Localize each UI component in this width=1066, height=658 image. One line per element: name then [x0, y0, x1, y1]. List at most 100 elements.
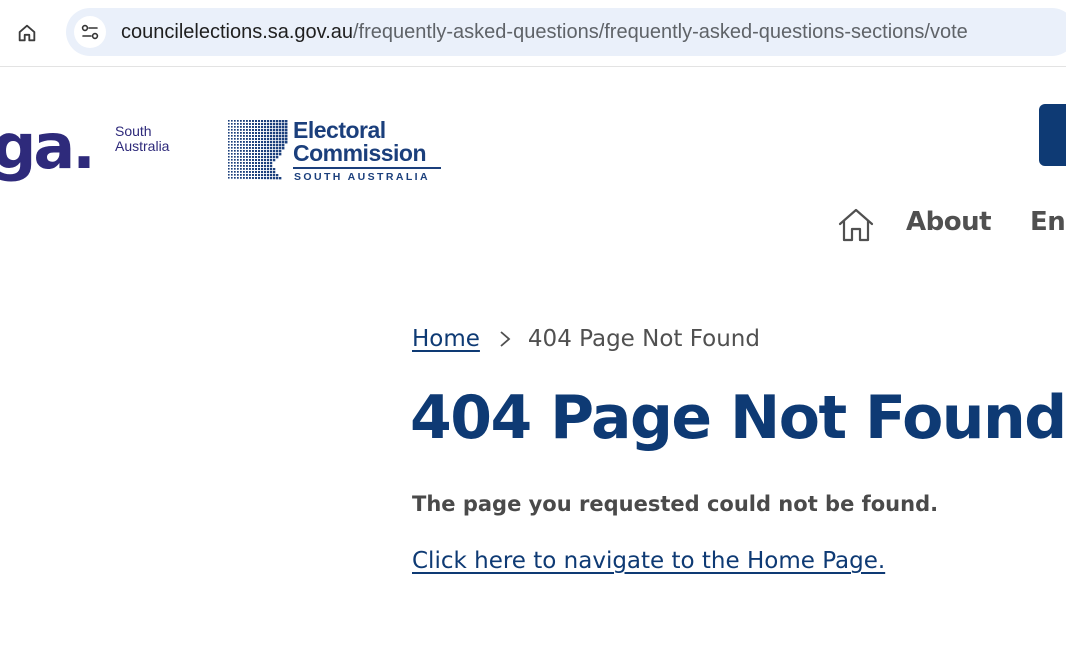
map-dot: [252, 177, 254, 179]
map-dot: [261, 126, 264, 129]
map-dot: [252, 159, 254, 161]
map-dot: [267, 174, 270, 177]
map-dot: [267, 135, 270, 138]
map-dot: [267, 120, 270, 123]
map-dot: [285, 138, 288, 141]
map-dot: [267, 171, 270, 174]
map-dot: [258, 126, 261, 129]
map-dot: [270, 168, 273, 171]
map-dot: [255, 135, 258, 138]
map-dot: [270, 144, 273, 147]
map-dot: [261, 165, 264, 168]
nav-item-about[interactable]: About: [906, 207, 992, 237]
map-dot: [270, 177, 273, 180]
map-dot: [282, 147, 285, 150]
map-dot: [276, 144, 279, 147]
map-dot: [261, 141, 264, 144]
map-dot: [243, 177, 245, 179]
site-info-button[interactable]: [74, 16, 106, 48]
map-dot: [267, 159, 270, 162]
browser-home-button[interactable]: [12, 18, 42, 48]
browser-toolbar: councilelections.sa.gov.au/frequently-as…: [0, 0, 1066, 67]
map-dot: [231, 141, 233, 143]
map-dot: [234, 159, 236, 161]
url-domain: councilelections.sa.gov.au: [121, 21, 353, 43]
header-action-button[interactable]: [1039, 104, 1066, 166]
map-dot: [264, 168, 267, 171]
map-dot: [276, 132, 279, 135]
map-dot: [267, 126, 270, 129]
map-dot: [252, 144, 254, 146]
map-dot: [249, 153, 251, 155]
map-dot: [249, 141, 251, 143]
map-dot: [228, 171, 230, 173]
map-dot: [267, 150, 270, 153]
map-dot: [252, 156, 254, 158]
map-dot: [267, 138, 270, 141]
map-dot: [234, 144, 236, 146]
map-dot: [273, 174, 276, 177]
map-dot: [261, 174, 264, 177]
map-dot: [270, 120, 273, 123]
map-dot: [261, 123, 264, 126]
map-dot: [264, 123, 267, 126]
map-dot: [276, 174, 279, 177]
map-dot: [261, 156, 264, 159]
map-dot: [240, 156, 242, 158]
map-dot: [234, 174, 236, 176]
breadcrumb-home-link[interactable]: Home: [412, 326, 480, 352]
map-dot: [234, 123, 236, 125]
map-dot: [231, 165, 233, 167]
map-dot: [243, 126, 245, 128]
map-dot: [231, 126, 233, 128]
map-dot: [255, 141, 258, 144]
address-bar[interactable]: councilelections.sa.gov.au/frequently-as…: [66, 8, 1066, 56]
map-dot: [273, 150, 276, 153]
map-dot: [246, 162, 248, 164]
map-dot: [255, 171, 258, 174]
map-dot: [264, 150, 267, 153]
map-dot: [243, 156, 245, 158]
map-dot: [231, 138, 233, 140]
map-dot: [249, 144, 251, 146]
map-dot: [228, 174, 230, 176]
map-dot: [267, 129, 270, 132]
map-dot: [252, 132, 254, 134]
map-dot: [258, 135, 261, 138]
map-dot: [264, 153, 267, 156]
map-dot: [237, 174, 239, 176]
map-dot: [282, 132, 285, 135]
map-dot: [258, 144, 261, 147]
map-dot: [264, 165, 267, 168]
map-dot: [264, 147, 267, 150]
map-dot: [240, 153, 242, 155]
map-dot: [237, 123, 239, 125]
lga-logo-region-line1: South: [115, 123, 152, 139]
url-text[interactable]: councilelections.sa.gov.au/frequently-as…: [121, 21, 968, 44]
map-dot: [264, 144, 267, 147]
map-dot: [231, 120, 233, 122]
electoral-commission-logo[interactable]: Electoral Commission SOUTH AUSTRALIA: [228, 118, 448, 188]
map-dot: [273, 141, 276, 144]
map-dot: [252, 138, 254, 140]
map-dot: [240, 159, 242, 161]
map-dot: [246, 123, 248, 125]
nav-home-button[interactable]: [836, 207, 876, 243]
map-dot: [258, 159, 261, 162]
map-dot: [237, 150, 239, 152]
map-dot: [249, 174, 251, 176]
breadcrumb-current: 404 Page Not Found: [527, 326, 760, 352]
map-dot: [261, 159, 264, 162]
map-dot: [228, 141, 230, 143]
map-dot: [237, 156, 239, 158]
map-dot: [252, 162, 254, 164]
map-dot: [270, 171, 273, 174]
map-dot: [258, 123, 261, 126]
home-page-link[interactable]: Click here to navigate to the Home Page.: [412, 548, 885, 574]
nav-item-enrol[interactable]: Enr: [1030, 207, 1066, 237]
map-dot: [285, 135, 288, 138]
map-dot: [228, 144, 230, 146]
map-dot: [276, 129, 279, 132]
lga-logo[interactable]: ga. South Australia: [0, 112, 190, 192]
map-dot: [243, 147, 245, 149]
